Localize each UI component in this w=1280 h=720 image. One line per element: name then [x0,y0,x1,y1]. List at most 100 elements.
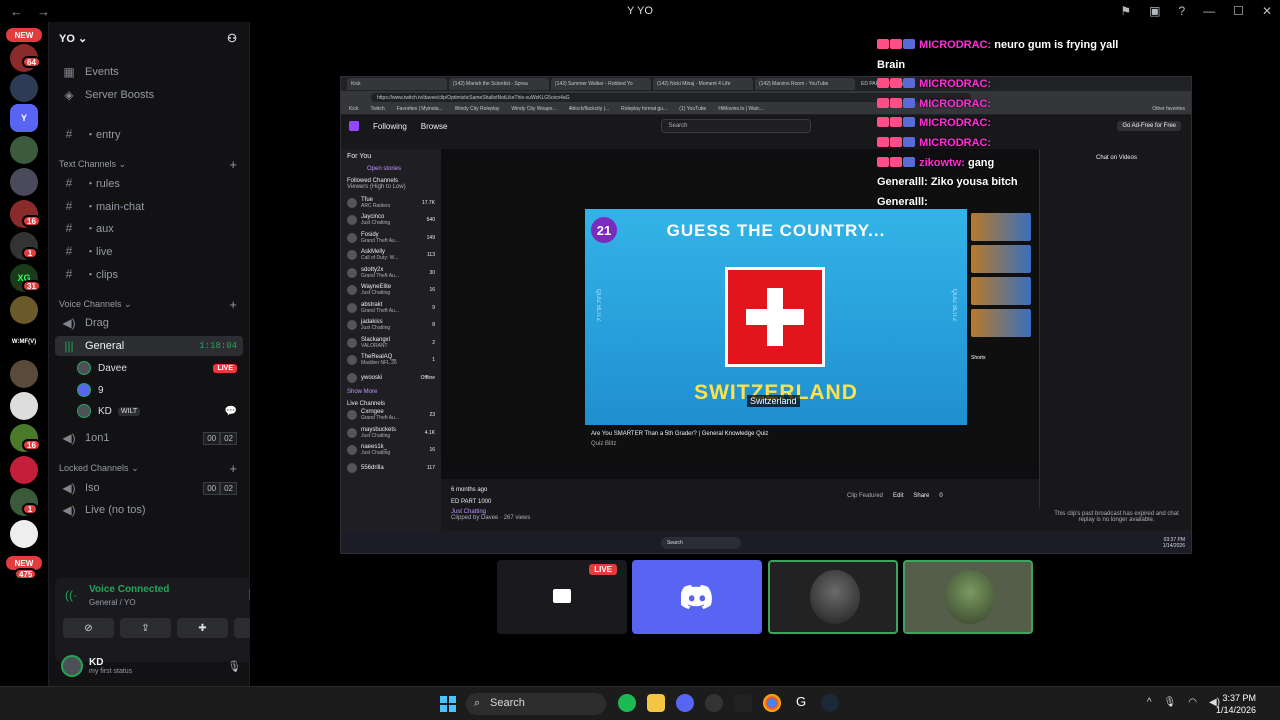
window-title: Y YO [627,5,653,17]
add-user-icon[interactable]: ⚇ [227,32,237,45]
twitch-channel-row: AskMelly Call of Duty: W... 113 [347,247,435,265]
voice-user[interactable]: Davee LIVE [77,358,243,378]
channel-main-chat[interactable]: # ・main-chat [55,196,243,216]
maximize-button[interactable]: ☐ [1233,4,1244,18]
server-icon[interactable] [10,136,38,164]
category-voice-channels[interactable]: Voice Channels ⌄ + [55,294,243,314]
voice-channel-iso[interactable]: ◀) Iso 00 02 [55,478,243,498]
viewer-count: 9 [432,304,435,311]
voice-user[interactable]: KD WILT 💬 [77,401,243,421]
avatar [347,320,357,331]
epic-games-icon[interactable] [734,694,752,712]
new-badge: NEW [6,28,42,42]
inner-clock: 03:37 PM 1/14/2026 [1162,537,1185,549]
steam-icon[interactable] [821,694,839,712]
channel-aux[interactable]: # ・aux [55,218,243,238]
add-channel-icon[interactable]: + [229,157,237,172]
voice-channel-live-no-tos[interactable]: ◀) Live (no tos) [55,500,243,520]
screen-share-button[interactable]: ⇪ [120,618,171,638]
spotify-icon[interactable] [618,694,636,712]
camera-off-button[interactable]: ⊘ [63,618,114,638]
avatar [347,410,357,421]
voice-location[interactable]: General / YO [89,598,136,607]
monitor-icon[interactable]: ▣ [1149,4,1160,18]
participant-tile-camera[interactable] [903,560,1033,634]
microphone-icon[interactable]: 🎙 [227,660,241,673]
hash-icon: # [65,176,73,190]
avatar [347,302,357,313]
taskbar-search[interactable]: ⌕ Search [466,693,606,715]
system-tray: ^ 🎙 ◠ ◀) [1147,697,1220,708]
server-name: YO [59,32,75,45]
g-hub-icon[interactable]: G [792,694,810,712]
chrome-icon[interactable] [763,694,781,712]
activities-button[interactable]: ✚ [177,618,228,638]
avatar[interactable] [61,655,83,677]
badge-icon [877,78,889,89]
avatar [77,361,91,375]
minimize-button[interactable]: — [1203,4,1215,18]
browser-tab: (142) Summer Walker - Robbed Yo [551,78,651,90]
server-icon[interactable] [10,456,38,484]
file-explorer-icon[interactable] [647,694,665,712]
category-label: Text Channels [59,159,117,169]
viewer-count: 30 [429,269,435,276]
windows-start-icon[interactable] [440,696,456,712]
taskbar-clock[interactable]: 3:37 PM 1/14/2026 [1216,692,1256,716]
add-channel-icon[interactable]: + [229,461,237,476]
chat-username: MICRODRAC: [919,97,992,110]
server-icon[interactable] [10,168,38,196]
voice-channel-drag[interactable]: ◀) Drag [55,313,243,333]
voice-user[interactable]: 9 [77,380,243,400]
viewer-count: 8 [432,322,435,329]
wifi-icon[interactable]: ◠ [1188,697,1197,708]
quiz-video: 21 GUESS THE COUNTRY... QUIZ BLITZ QUIZ … [585,209,967,425]
channel-label: ・clips [85,269,119,281]
chat-message: MICRODRAC: [877,75,1187,95]
voice-channel-1on1[interactable]: ◀) 1on1 00 02 [55,428,243,448]
channel-game: Just Chatting [361,432,391,439]
server-icon[interactable] [10,520,38,548]
server-icon[interactable] [10,392,38,420]
swiss-flag [725,267,825,367]
voice-channel-general[interactable]: ||| General 1:18:04 [55,336,243,356]
server-icon-wmf[interactable]: W:MF(V) [10,328,38,356]
server-icon[interactable] [10,360,38,388]
badge-icon [903,156,915,167]
discord-icon[interactable] [676,694,694,712]
close-button[interactable]: ✕ [1262,4,1272,18]
microphone-icon[interactable]: 🎙 [1164,697,1177,708]
server-header[interactable]: YO ⌄ ⚇ [49,22,249,54]
server-boosts-link[interactable]: ◈ Server Boosts [55,85,243,105]
channel-clips[interactable]: # ・clips [55,264,243,284]
channel-label: ・entry [85,129,121,141]
channel-game: Grand Theft Au... [361,237,399,244]
category-text-channels[interactable]: Text Channels ⌄ + [55,154,243,174]
channel-entry[interactable]: # ・entry [55,124,243,144]
server-icon[interactable] [10,74,38,102]
channel-live[interactable]: # ・live [55,241,243,261]
participant-tile-camera[interactable] [768,560,898,634]
chevron-up-icon[interactable]: ^ [1147,697,1152,708]
channel-rules[interactable]: # ・rules [55,173,243,193]
signal-icon: ((· [65,588,77,602]
participant-tile-screen[interactable]: LIVE [497,560,627,634]
back-arrow-icon[interactable]: ← [10,4,23,19]
channel-game: VALORANT [361,342,388,349]
user-name: 9 [98,384,104,396]
live-channels: Cxrngee Grand Theft Au... 23 maysbuckets Jus… [347,407,435,477]
avatar [347,197,357,208]
forward-arrow-icon[interactable]: → [37,4,50,19]
app-icon[interactable] [705,694,723,712]
category-locked-channels[interactable]: Locked Channels ⌄ + [55,458,243,478]
chat-username: MICRODRAC: [919,78,992,91]
events-link[interactable]: ▦ Events [55,62,243,82]
badge-icon [890,117,902,128]
channel-label: Live (no tos) [85,504,146,516]
add-channel-icon[interactable]: + [229,297,237,312]
inbox-icon[interactable]: ⚑ [1120,4,1131,18]
help-icon[interactable]: ? [1178,4,1185,18]
participant-tile-discord[interactable] [632,560,762,634]
server-icon-yo[interactable]: Y [10,104,38,132]
server-icon[interactable] [10,296,38,324]
